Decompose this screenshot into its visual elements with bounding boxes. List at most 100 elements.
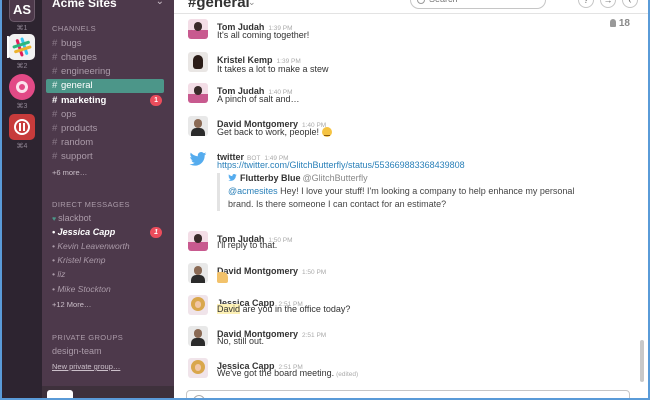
tweet-link[interactable]: https://twitter.com/GlitchButterfly/stat… (217, 160, 465, 170)
avatar[interactable] (188, 116, 208, 136)
team-name[interactable]: Acme Sites (52, 0, 117, 10)
message-text: It takes a lot to make a stew (217, 64, 329, 74)
channel-label: ops (60, 109, 77, 120)
channel-item-general[interactable]: # general (46, 79, 164, 93)
dm-label: Mike Stockton (57, 284, 111, 294)
dm-more-link[interactable]: +12 More… (52, 300, 91, 309)
twitter-bird-icon (228, 174, 237, 181)
edited-tag: (edited) (336, 371, 359, 378)
emoji-disappointed-icon (321, 127, 332, 137)
team-shortcut: ⌘4 (16, 143, 28, 150)
channel-label: general (60, 80, 93, 91)
avatar[interactable] (188, 19, 208, 39)
private-group-design-team[interactable]: design-team (52, 346, 102, 356)
dm-label: Kristel Kemp (57, 255, 106, 265)
channels-more-link[interactable]: +6 more… (52, 168, 87, 177)
hash-icon: # (52, 95, 58, 106)
member-count-value: 18 (618, 18, 630, 29)
chevron-left-icon: ‹ (628, 0, 632, 5)
hash-icon: # (52, 66, 58, 77)
team-pink[interactable]: ⌘3 (9, 74, 35, 110)
dm-label: Kevin Leavenworth (57, 241, 130, 251)
team-shortcut: ⌘1 (16, 25, 28, 32)
channel-item-bugs[interactable]: # bugs (42, 37, 174, 51)
mentions-button[interactable]: → (600, 0, 616, 8)
private-groups-header[interactable]: PRIVATE GROUPS (52, 333, 123, 342)
back-button[interactable]: ‹ (622, 0, 638, 8)
dm-item-slackbot[interactable]: ♥ slackbot (42, 212, 174, 225)
chevron-down-icon[interactable]: ⌄ (156, 0, 164, 7)
avatar[interactable] (188, 263, 208, 283)
channel-header: #general ⌄ ? → ‹ (174, 0, 648, 14)
team-red[interactable]: ⌘4 (9, 114, 35, 150)
dm-item-kevin-leavenworth[interactable]: • Kevin Leavenworth (42, 240, 174, 253)
channel-item-engineering[interactable]: # engineering (42, 65, 174, 79)
channel-item-support[interactable]: # support (42, 150, 174, 164)
message-text: are you in the office today? (240, 304, 351, 314)
hash-icon: # (52, 151, 58, 162)
search-box[interactable] (410, 0, 546, 9)
message-text-row: We've got the board meeting. (edited) (217, 368, 358, 378)
message-text: No, still out. (217, 336, 265, 346)
channel-item-random[interactable]: # random (42, 136, 174, 150)
channel-label: bugs (60, 38, 82, 49)
channel-item-changes[interactable]: # changes (42, 51, 174, 65)
channel-item-marketing[interactable]: # marketing 1 (42, 94, 174, 108)
channel-label: engineering (60, 66, 111, 77)
message-text-row: Get back to work, people! (217, 127, 332, 137)
member-count[interactable]: 18 (609, 18, 630, 29)
team-tile[interactable]: AS (9, 0, 35, 22)
help-button[interactable]: ? (578, 0, 594, 8)
hash-icon: # (52, 52, 58, 63)
avatar[interactable] (188, 83, 208, 103)
message-time[interactable]: 2:51 PM (302, 332, 326, 339)
hash-icon: # (52, 137, 58, 148)
person-icon (609, 19, 616, 27)
team-logo-icon[interactable] (9, 114, 35, 140)
chevron-down-icon[interactable]: ⌄ (248, 0, 256, 8)
channel-sidebar: Acme Sites ⌄ CHANNELS # bugs # changes #… (42, 0, 174, 400)
dm-item-mike-stockton[interactable]: • Mike Stockton (42, 283, 174, 296)
team-avatar-icon[interactable] (9, 74, 35, 100)
direct-messages-header[interactable]: DIRECT MESSAGES (52, 200, 130, 209)
avatar[interactable] (188, 358, 208, 378)
search-input[interactable] (429, 0, 539, 4)
dm-item-liz[interactable]: • liz (42, 268, 174, 281)
dm-label: liz (57, 269, 66, 279)
avatar[interactable] (188, 231, 208, 251)
message-time[interactable]: 1:50 PM (302, 269, 326, 276)
message-text-row: David are you in the office today? (217, 304, 350, 314)
channels-header[interactable]: CHANNELS (52, 24, 96, 33)
hash-icon: # (52, 123, 58, 134)
message-text: I'll reply to that. (217, 240, 278, 250)
dm-label: Jessica Capp (57, 227, 116, 237)
search-icon (417, 0, 425, 4)
dm-label: slackbot (58, 213, 92, 223)
avatar[interactable] (188, 149, 208, 169)
hash-icon: # (52, 80, 58, 91)
team-acme-sites[interactable]: AS ⌘1 (9, 0, 35, 32)
avatar[interactable] (188, 52, 208, 72)
dm-item-kristel-kemp[interactable]: • Kristel Kemp (42, 254, 174, 267)
tweet-mention[interactable]: @acmesites (228, 186, 278, 196)
channel-title[interactable]: #general (188, 0, 250, 11)
slack-logo-icon[interactable] (9, 34, 35, 60)
tweet-handle[interactable]: @GlitchButterfly (303, 173, 368, 183)
scrollbar[interactable] (640, 340, 644, 382)
avatar[interactable] (188, 326, 208, 346)
message-author[interactable]: David Montgomery (217, 266, 298, 276)
channel-label: support (60, 151, 93, 162)
channel-label: random (60, 137, 94, 148)
channel-item-products[interactable]: # products (42, 122, 174, 136)
new-private-group-link[interactable]: New private group… (52, 362, 120, 371)
channel-item-ops[interactable]: # ops (42, 108, 174, 122)
avatar[interactable] (188, 295, 208, 315)
twitter-bird-icon (189, 152, 207, 166)
message-pane: #general ⌄ ? → ‹ 18 Tom Judah1:39 PM It'… (174, 0, 648, 400)
hash-icon: # (52, 109, 58, 120)
dm-item-jessica-capp[interactable]: • Jessica Capp 1 (42, 226, 174, 239)
team-slack[interactable]: ⌘2 (7, 34, 35, 70)
arrow-icon: → (603, 0, 613, 5)
tweet-author[interactable]: Flutterby Blue (240, 173, 301, 183)
message-text: A pinch of salt and… (217, 94, 300, 104)
